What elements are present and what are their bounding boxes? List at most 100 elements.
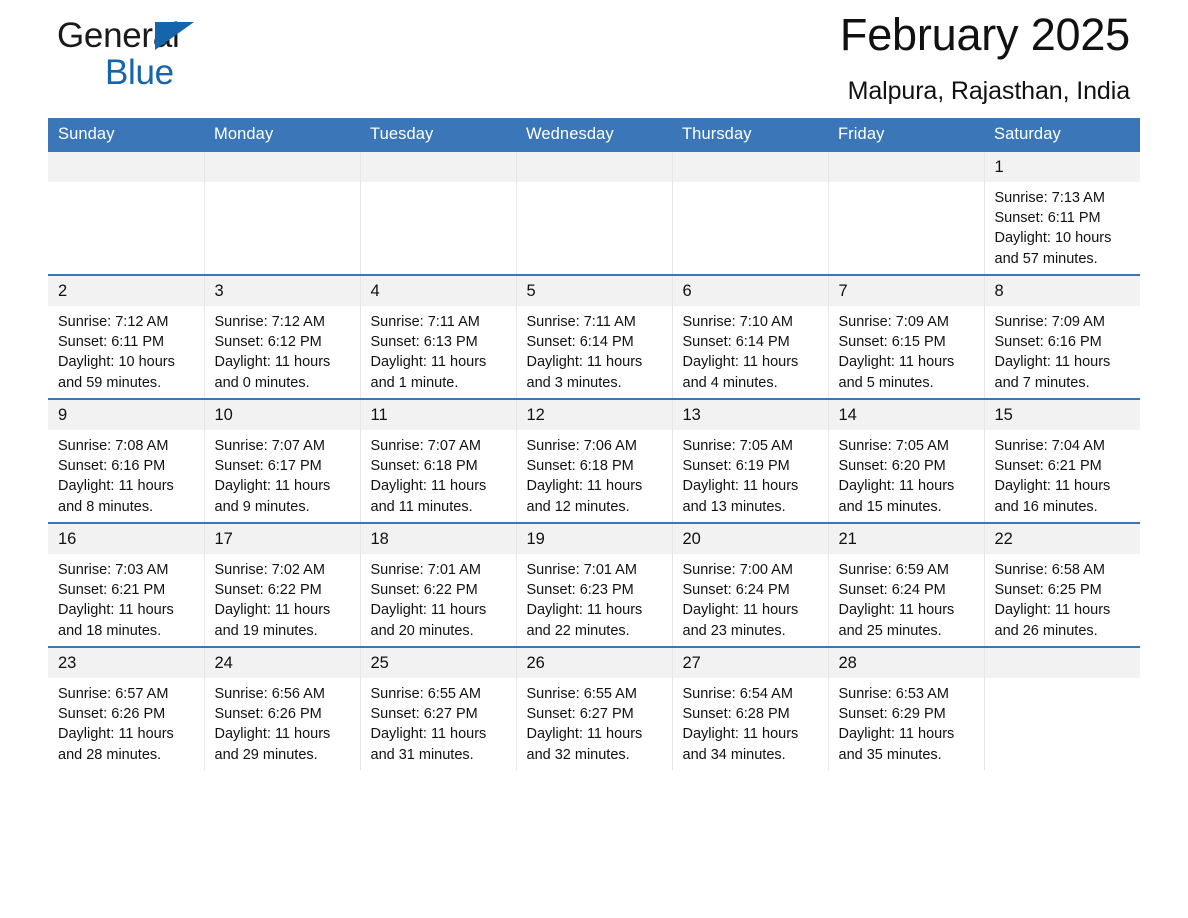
daylight-text: Daylight: 11 hours and 25 minutes. [838, 602, 955, 639]
calendar-day-cell[interactable]: 4 Sunrise: 7:11 AM Sunset: 6:13 PM Daylight… [360, 274, 517, 399]
calendar-day-cell[interactable]: 6 Sunrise: 7:10 AM Sunset: 6:14 PM Daylight… [672, 274, 829, 399]
day-number: 16 [48, 524, 204, 554]
calendar-day-cell[interactable]: 12 Sunrise: 7:06 AM Sunset: 6:18 PM Dayligh… [516, 398, 673, 523]
calendar-day-cell[interactable]: 11 Sunrise: 7:07 AM Sunset: 6:18 PM Dayligh… [360, 398, 517, 523]
calendar-day-cell[interactable]: 24 Sunrise: 6:56 AM Sunset: 6:26 PM Dayligh… [204, 646, 361, 770]
calendar-cell-empty [828, 152, 985, 275]
sunrise-text: Sunrise: 7:07 AM [214, 438, 325, 454]
sunrise-text: Sunrise: 7:11 AM [526, 314, 636, 330]
day-details: Sunrise: 7:01 AM Sunset: 6:23 PM Daylight:… [517, 554, 672, 641]
day-number: 17 [204, 524, 360, 554]
sunrise-text: Sunrise: 7:12 AM [214, 314, 325, 330]
calendar-day-cell[interactable]: 7 Sunrise: 7:09 AM Sunset: 6:15 PM Daylight… [828, 274, 985, 399]
day-details: Sunrise: 7:09 AM Sunset: 6:16 PM Daylight:… [985, 306, 1141, 393]
calendar-day-cell[interactable]: 10 Sunrise: 7:07 AM Sunset: 6:17 PM Dayligh… [204, 398, 361, 523]
calendar-header-row: Sunday Monday Tuesday Wednesday Thursday Frid… [48, 118, 1140, 152]
day-number [204, 152, 360, 182]
day-number: 21 [828, 524, 984, 554]
calendar-week-row: 2 Sunrise: 7:12 AM Sunset: 6:11 PM Daylight… [48, 274, 1141, 399]
day-number: 2 [48, 276, 204, 306]
day-details: Sunrise: 6:53 AM Sunset: 6:29 PM Daylight:… [829, 678, 984, 765]
day-details: Sunrise: 7:09 AM Sunset: 6:15 PM Daylight:… [829, 306, 984, 393]
sunset-text: Sunset: 6:16 PM [58, 458, 166, 475]
daylight-text: Daylight: 11 hours and 20 minutes. [370, 602, 487, 639]
daylight-text: Daylight: 11 hours and 11 minutes. [370, 478, 487, 515]
triangle-icon [155, 22, 194, 50]
sunrise-text: Sunrise: 7:09 AM [838, 314, 949, 330]
day-number: 28 [828, 648, 984, 678]
day-details: Sunrise: 7:01 AM Sunset: 6:22 PM Daylight:… [361, 554, 516, 641]
sunset-text: Sunset: 6:28 PM [682, 706, 790, 723]
day-number: 3 [204, 276, 360, 306]
calendar-day-cell[interactable]: 14 Sunrise: 7:05 AM Sunset: 6:20 PM Dayligh… [828, 398, 985, 523]
calendar-day-cell[interactable]: 21 Sunrise: 6:59 AM Sunset: 6:24 PM Dayligh… [828, 522, 985, 647]
daylight-text: Daylight: 11 hours and 8 minutes. [58, 478, 174, 515]
sunrise-text: Sunrise: 7:06 AM [526, 438, 637, 454]
logo-top-row: General [57, 16, 357, 56]
day-details: Sunrise: 7:13 AM Sunset: 6:11 PM Daylight:… [985, 182, 1141, 269]
sunset-text: Sunset: 6:13 PM [370, 334, 478, 351]
day-number: 25 [360, 648, 516, 678]
day-details: Sunrise: 6:57 AM Sunset: 6:26 PM Daylight:… [48, 678, 204, 765]
daylight-text: Daylight: 11 hours and 22 minutes. [526, 602, 643, 639]
day-details: Sunrise: 7:02 AM Sunset: 6:22 PM Daylight:… [205, 554, 360, 641]
calendar-day-cell[interactable]: 8 Sunrise: 7:09 AM Sunset: 6:16 PM Daylight… [984, 274, 1141, 399]
day-details: Sunrise: 7:07 AM Sunset: 6:17 PM Daylight:… [205, 430, 360, 517]
day-details: Sunrise: 7:07 AM Sunset: 6:18 PM Daylight:… [361, 430, 516, 517]
calendar-grid: Sunday Monday Tuesday Wednesday Thursday Frid… [48, 118, 1140, 770]
calendar-day-cell[interactable]: 18 Sunrise: 7:01 AM Sunset: 6:22 PM Dayligh… [360, 522, 517, 647]
calendar-day-cell[interactable]: 28 Sunrise: 6:53 AM Sunset: 6:29 PM Dayligh… [828, 646, 985, 770]
calendar-day-cell[interactable]: 20 Sunrise: 7:00 AM Sunset: 6:24 PM Dayligh… [672, 522, 829, 647]
day-number: 11 [360, 400, 516, 430]
sunrise-text: Sunrise: 6:56 AM [214, 686, 325, 702]
daylight-text: Daylight: 11 hours and 23 minutes. [682, 602, 799, 639]
calendar-cell-empty [984, 646, 1141, 770]
logo-text-blue: Blue [105, 53, 174, 92]
sunrise-text: Sunrise: 7:05 AM [838, 438, 949, 454]
sunset-text: Sunset: 6:29 PM [838, 706, 946, 723]
calendar-day-cell[interactable]: 26 Sunrise: 6:55 AM Sunset: 6:27 PM Dayligh… [516, 646, 673, 770]
sunrise-text: Sunrise: 6:53 AM [838, 686, 949, 702]
sunrise-text: Sunrise: 6:57 AM [58, 686, 169, 702]
calendar-day-cell[interactable]: 13 Sunrise: 7:05 AM Sunset: 6:19 PM Dayligh… [672, 398, 829, 523]
sunset-text: Sunset: 6:15 PM [838, 334, 946, 351]
day-details [48, 182, 204, 188]
day-number: 12 [516, 400, 672, 430]
daylight-text: Daylight: 11 hours and 28 minutes. [58, 726, 174, 763]
sunset-text: Sunset: 6:26 PM [214, 706, 322, 723]
day-details [985, 678, 1141, 684]
day-number [360, 152, 516, 182]
sunset-text: Sunset: 6:16 PM [994, 334, 1102, 351]
calendar-day-cell[interactable]: 17 Sunrise: 7:02 AM Sunset: 6:22 PM Dayligh… [204, 522, 361, 647]
day-details: Sunrise: 6:56 AM Sunset: 6:26 PM Daylight:… [205, 678, 360, 765]
calendar-day-cell[interactable]: 27 Sunrise: 6:54 AM Sunset: 6:28 PM Dayligh… [672, 646, 829, 770]
page-subtitle: Malpura, Rajasthan, India [847, 77, 1130, 105]
calendar-day-cell[interactable]: 9 Sunrise: 7:08 AM Sunset: 6:16 PM Daylight… [48, 398, 205, 523]
sunrise-text: Sunrise: 7:02 AM [214, 562, 325, 578]
day-details: Sunrise: 7:11 AM Sunset: 6:13 PM Daylight:… [361, 306, 516, 393]
day-number: 13 [672, 400, 828, 430]
calendar-cell-empty [204, 152, 361, 275]
sunset-text: Sunset: 6:18 PM [370, 458, 478, 475]
sunset-text: Sunset: 6:14 PM [682, 334, 790, 351]
calendar-day-cell[interactable]: 22 Sunrise: 6:58 AM Sunset: 6:25 PM Dayligh… [984, 522, 1140, 647]
title-block: February 2025 Malpura, Rajasthan, India [840, 8, 1130, 106]
calendar-day-cell[interactable]: 1 Sunrise: 7:13 AM Sunset: 6:11 PM Daylight… [984, 152, 1140, 275]
calendar-day-cell[interactable]: 3 Sunrise: 7:12 AM Sunset: 6:12 PM Daylight… [204, 274, 361, 399]
sunset-text: Sunset: 6:23 PM [526, 582, 634, 599]
calendar-day-cell[interactable]: 15 Sunrise: 7:04 AM Sunset: 6:21 PM Dayligh… [984, 398, 1140, 523]
day-details [361, 182, 516, 188]
sunrise-text: Sunrise: 6:55 AM [526, 686, 637, 702]
calendar-week-row: 23 Sunrise: 6:57 AM Sunset: 6:26 PM Dayligh… [48, 646, 1141, 770]
calendar-day-cell[interactable]: 5 Sunrise: 7:11 AM Sunset: 6:14 PM Daylight… [516, 274, 673, 399]
daylight-text: Daylight: 11 hours and 18 minutes. [58, 602, 174, 639]
daylight-text: Daylight: 11 hours and 19 minutes. [214, 602, 331, 639]
calendar-day-cell[interactable]: 16 Sunrise: 7:03 AM Sunset: 6:21 PM Dayligh… [48, 522, 205, 647]
calendar-day-cell[interactable]: 23 Sunrise: 6:57 AM Sunset: 6:26 PM Dayligh… [48, 646, 205, 770]
calendar-day-cell[interactable]: 19 Sunrise: 7:01 AM Sunset: 6:23 PM Dayligh… [516, 522, 673, 647]
calendar-day-cell[interactable]: 25 Sunrise: 6:55 AM Sunset: 6:27 PM Dayligh… [360, 646, 517, 770]
sunrise-text: Sunrise: 7:09 AM [994, 314, 1105, 330]
calendar-week-row: 1 Sunrise: 7:13 AM Sunset: 6:11 PM Daylight… [48, 152, 1140, 275]
sunrise-text: Sunrise: 7:01 AM [370, 562, 481, 578]
calendar-day-cell[interactable]: 2 Sunrise: 7:12 AM Sunset: 6:11 PM Daylight… [48, 274, 205, 399]
